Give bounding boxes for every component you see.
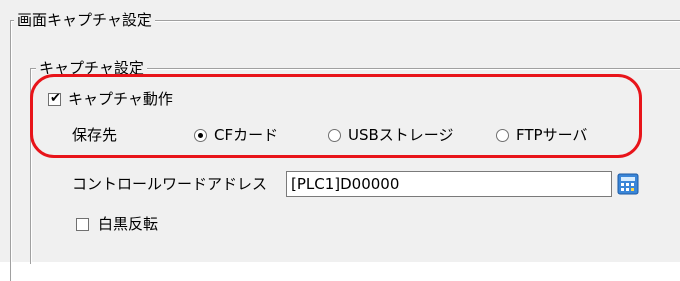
keypad-icon xyxy=(617,173,639,195)
ftp-server-radio[interactable] xyxy=(496,129,509,142)
checkmark-icon: ✔ xyxy=(50,91,61,106)
cf-card-radio-label[interactable]: CFカード xyxy=(214,125,278,145)
destination-label: 保存先 xyxy=(72,126,118,144)
capture-settings-group-title: キャプチャ設定 xyxy=(36,58,147,78)
radio-selected-dot xyxy=(198,133,203,138)
usb-storage-radio-label[interactable]: USBストレージ xyxy=(348,125,454,145)
invert-checkbox[interactable] xyxy=(76,218,89,231)
capture-action-checkbox[interactable]: ✔ xyxy=(48,91,61,106)
usb-storage-radio[interactable] xyxy=(328,129,341,142)
cf-card-radio[interactable] xyxy=(194,129,207,142)
screen-capture-group-title: 画面キャプチャ設定 xyxy=(14,10,155,30)
control-word-address-input[interactable]: [PLC1]D00000 xyxy=(286,171,612,197)
ftp-server-radio-label[interactable]: FTPサーバ xyxy=(516,125,587,145)
address-picker-button[interactable] xyxy=(617,173,639,195)
settings-panel: 画面キャプチャ設定 キャプチャ設定 ✔ キャプチャ動作 保存先 CFカード US… xyxy=(0,0,680,281)
invert-label[interactable]: 白黒反転 xyxy=(98,214,158,234)
capture-action-label[interactable]: キャプチャ動作 xyxy=(68,89,173,109)
control-word-address-label: コントロールワードアドレス xyxy=(72,175,268,193)
